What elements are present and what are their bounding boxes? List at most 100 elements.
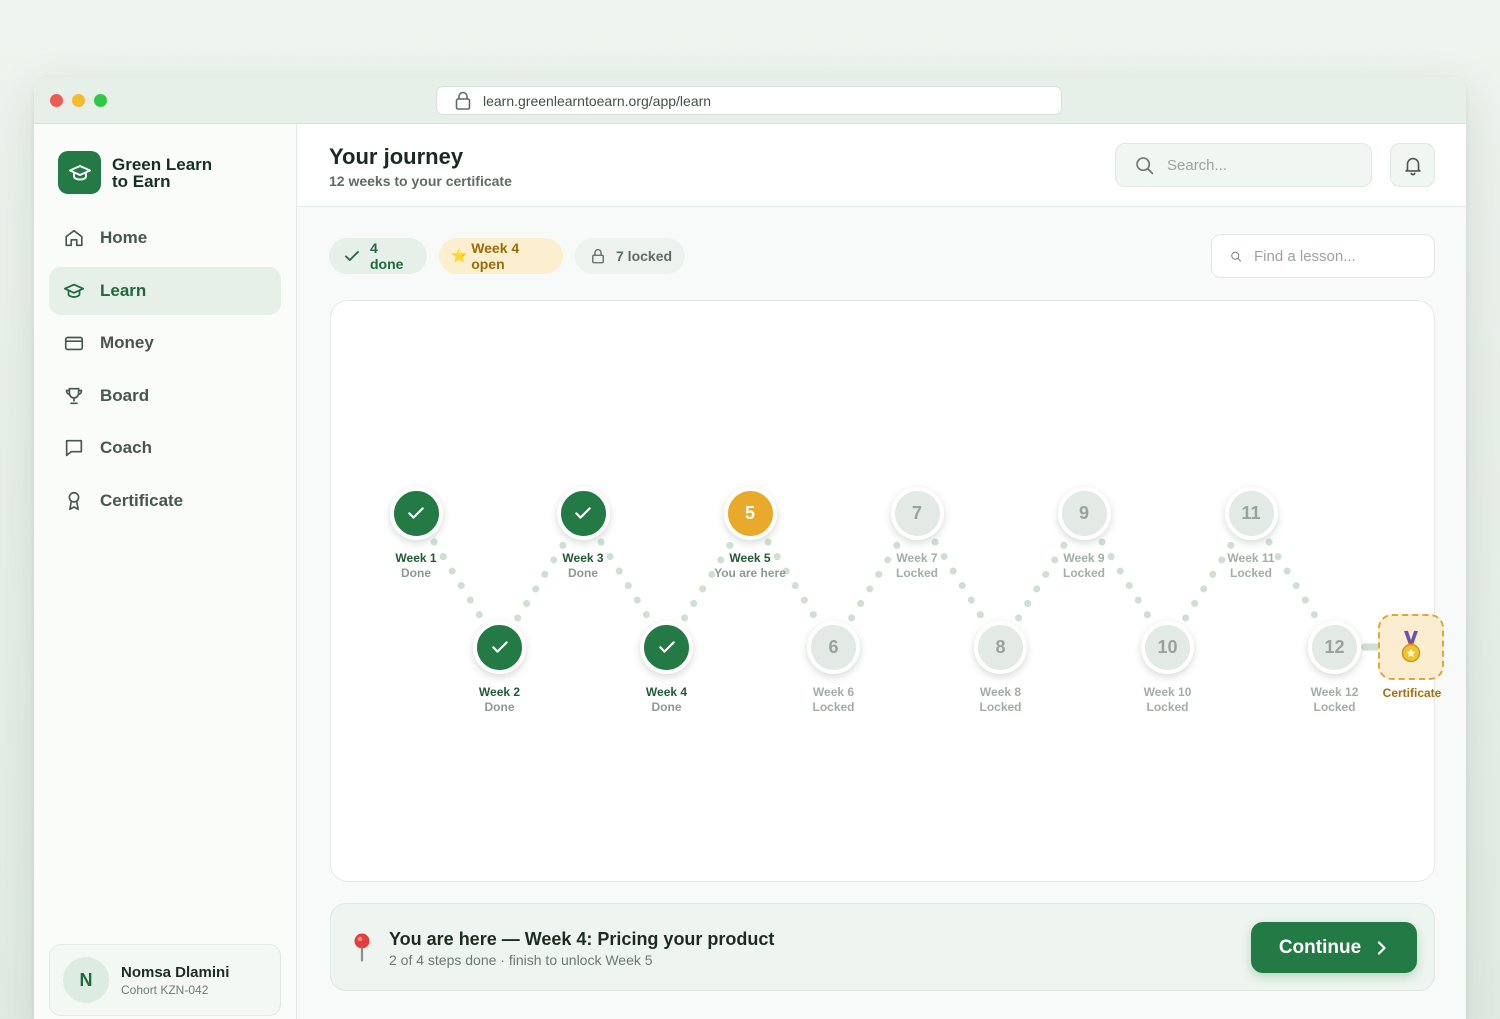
home-icon [65,229,83,247]
sidebar-item-label: Coach [100,438,152,458]
week-status: Locked [895,566,938,580]
journey-map: Week 1 Done Week 2 Done Week 3 Done Week 4 Done… [330,300,1444,882]
week-title: Week 8 [979,685,1022,699]
week-status: Done [651,700,682,714]
current-lesson-title: You are here — Week 4: Pricing your prod… [389,929,775,949]
sidebar-item-label: Money [100,333,154,353]
bell-icon [1404,157,1421,176]
filter-chip-open[interactable]: ⭐ Week 4 open [439,238,563,274]
week-node-2[interactable] [473,620,526,674]
week-number: 12 [1324,636,1345,657]
check-icon [491,641,508,653]
week-label-11: Week 11 Locked [1196,551,1306,581]
check-icon [345,250,359,262]
search-icon [1231,251,1241,261]
star-icon: ⭐ [451,248,468,263]
search-input[interactable] [1167,156,1347,174]
sidebar-item-home[interactable]: Home [49,214,281,262]
filter-chip-locked[interactable]: 7 locked [575,238,685,274]
week-number: 8 [995,636,1006,657]
sidebar: Green Learn to Earn Home Learn Money Boa… [34,124,297,1019]
sidebar-item-learn[interactable]: Learn [49,266,281,315]
week-status: Done [401,566,431,580]
week-title: Week 4 [645,685,688,699]
current-lesson-banner: You are here — Week 4: Pricing your prod… [330,903,1435,991]
maximize-window-button[interactable] [94,94,107,107]
medal-icon [1401,630,1421,663]
week-node-3[interactable] [556,486,610,540]
check-icon [575,507,591,519]
search-icon [1136,156,1154,174]
sidebar-item-certificate[interactable]: Certificate [49,477,281,525]
award-icon [68,491,80,511]
week-label-5: Week 5 You are here [695,551,805,581]
user-info: Nomsa Dlamini Cohort KZN-042 [121,964,229,997]
week-status: Locked [1062,566,1105,580]
week-title: Week 2 [478,685,521,699]
lesson-search[interactable] [1211,234,1435,278]
minimize-window-button[interactable] [72,94,85,107]
notifications-button[interactable] [1390,143,1435,187]
week-number: 10 [1157,636,1178,657]
filter-chip-label: 4 done [369,240,404,272]
week-status: Locked [1229,566,1272,580]
week-status: Done [568,566,598,580]
week-number: 11 [1241,502,1261,523]
week-title: Week 10 [1143,685,1192,699]
week-node-5[interactable]: 5 [723,486,777,540]
certificate-node[interactable] [1378,614,1444,680]
week-title: Week 9 [1063,551,1105,565]
week-number: 6 [828,636,839,657]
week-status: You are here [714,566,786,580]
week-number: 9 [1078,502,1089,523]
sidebar-item-label: Certificate [100,490,184,510]
page-title: Your journey [329,144,464,169]
main-content: Your journey 12 weeks to your certificat… [297,124,1466,1019]
week-node-8: 8 [974,620,1027,674]
certificate-label: Certificate [1382,686,1442,700]
page-subtitle: 12 weeks to your certificate [329,173,512,189]
sidebar-item-board[interactable]: Board [49,372,281,420]
brand-name: Green Learn to Earn [112,154,213,191]
continue-button-label: Continue [1278,936,1362,958]
sidebar-nav: Home Learn Money Board Coach Certificate [49,214,281,530]
sidebar-item-money[interactable]: Money [49,319,281,367]
chat-icon [65,440,83,457]
journey-path [412,509,1382,651]
global-search[interactable] [1115,143,1372,187]
user-cohort: Cohort KZN-042 [121,982,209,997]
week-label-2: Week 2 Done [445,685,555,715]
url-text: learn.greenlearntoearn.org/app/learn [483,92,712,109]
sidebar-item-coach[interactable]: Coach [49,424,281,472]
current-lesson-progress: 2 of 4 steps done · finish to unlock Wee… [389,952,653,968]
browser-window: learn.greenlearntoearn.org/app/learn Gre… [34,77,1466,1019]
sidebar-item-label: Home [100,228,148,247]
user-profile-card[interactable]: N Nomsa Dlamini Cohort KZN-042 [49,944,281,1016]
lock-icon [592,249,604,264]
page-header: Your journey 12 weeks to your certificat… [297,124,1466,207]
week-label-9: Week 9 Locked [1029,551,1139,581]
avatar: N [63,957,109,1003]
week-node-1[interactable] [389,486,443,540]
week-title: Week 5 [729,551,771,565]
close-window-button[interactable] [50,94,63,107]
filter-chip-label: Week 4 open [471,240,520,272]
week-title: Week 6 [812,685,855,699]
week-status: Done [484,700,515,714]
lesson-search-input[interactable] [1254,247,1434,265]
sidebar-item-label: Learn [100,280,147,300]
sidebar-item-label: Board [100,385,150,405]
week-title: Week 11 [1227,551,1275,565]
filter-chip-done[interactable]: 4 done [329,238,427,274]
continue-button[interactable]: Continue [1251,922,1417,973]
address-bar[interactable]: learn.greenlearntoearn.org/app/learn [436,86,1062,115]
week-node-4[interactable] [640,620,693,674]
week-label-8: Week 8 Locked [946,685,1056,715]
week-label-6: Week 6 Locked [779,685,889,715]
week-label-1: Week 1 Done [361,551,471,581]
user-name: Nomsa Dlamini [121,963,230,981]
browser-titlebar: learn.greenlearntoearn.org/app/learn [34,77,1466,124]
brand[interactable]: Green Learn to Earn [58,151,232,194]
week-title: Week 7 [896,551,938,565]
week-node-9: 9 [1057,486,1111,540]
